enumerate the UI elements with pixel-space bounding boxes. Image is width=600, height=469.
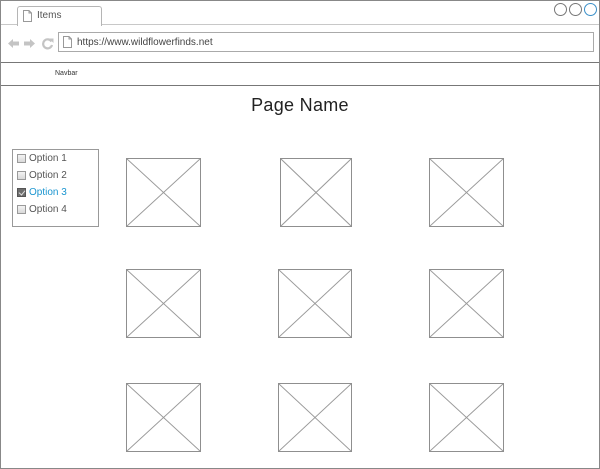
url-bar[interactable]: https://www.wildflowerfinds.net	[58, 32, 594, 52]
forward-arrow-icon[interactable]	[23, 37, 36, 50]
browser-tab[interactable]: Items	[17, 6, 102, 26]
option-2[interactable]: Option 2	[17, 168, 67, 182]
back-arrow-icon[interactable]	[7, 37, 20, 50]
image-placeholder	[126, 269, 201, 338]
option-label: Option 1	[29, 152, 67, 164]
image-placeholder	[278, 269, 352, 338]
option-4[interactable]: Option 4	[17, 202, 67, 216]
image-placeholder	[429, 269, 504, 338]
address-row: https://www.wildflowerfinds.net	[1, 26, 599, 63]
checkbox-checked[interactable]	[17, 187, 26, 197]
document-icon	[23, 10, 32, 22]
checkbox[interactable]	[17, 204, 26, 214]
title-bar: Items	[1, 1, 599, 26]
filter-options-panel: Option 1 Option 2 Option 3 Option 4	[12, 149, 99, 227]
page-icon	[63, 36, 72, 48]
browser-window: Items https://www.wildflowerfinds.net Na…	[0, 0, 600, 469]
option-1[interactable]: Option 1	[17, 151, 67, 165]
reload-icon[interactable]	[41, 37, 54, 50]
option-label: Option 4	[29, 203, 67, 215]
checkbox[interactable]	[17, 170, 26, 180]
window-controls	[554, 3, 597, 16]
image-placeholder	[126, 383, 201, 452]
page-title: Page Name	[251, 95, 349, 115]
maximize-button[interactable]	[569, 3, 582, 16]
minimize-button[interactable]	[554, 3, 567, 16]
navbar-label: Navbar	[55, 70, 78, 77]
image-placeholder	[429, 383, 504, 452]
navbar: Navbar	[1, 64, 599, 86]
image-placeholder	[278, 383, 352, 452]
option-3[interactable]: Option 3	[17, 185, 67, 199]
url-text: https://www.wildflowerfinds.net	[77, 37, 213, 48]
image-placeholder	[126, 158, 201, 227]
option-label: Option 2	[29, 169, 67, 181]
option-label: Option 3	[29, 186, 67, 198]
tab-title: Items	[37, 10, 62, 21]
close-button[interactable]	[584, 3, 597, 16]
image-placeholder	[280, 158, 352, 227]
image-placeholder	[429, 158, 504, 227]
checkbox[interactable]	[17, 153, 26, 163]
